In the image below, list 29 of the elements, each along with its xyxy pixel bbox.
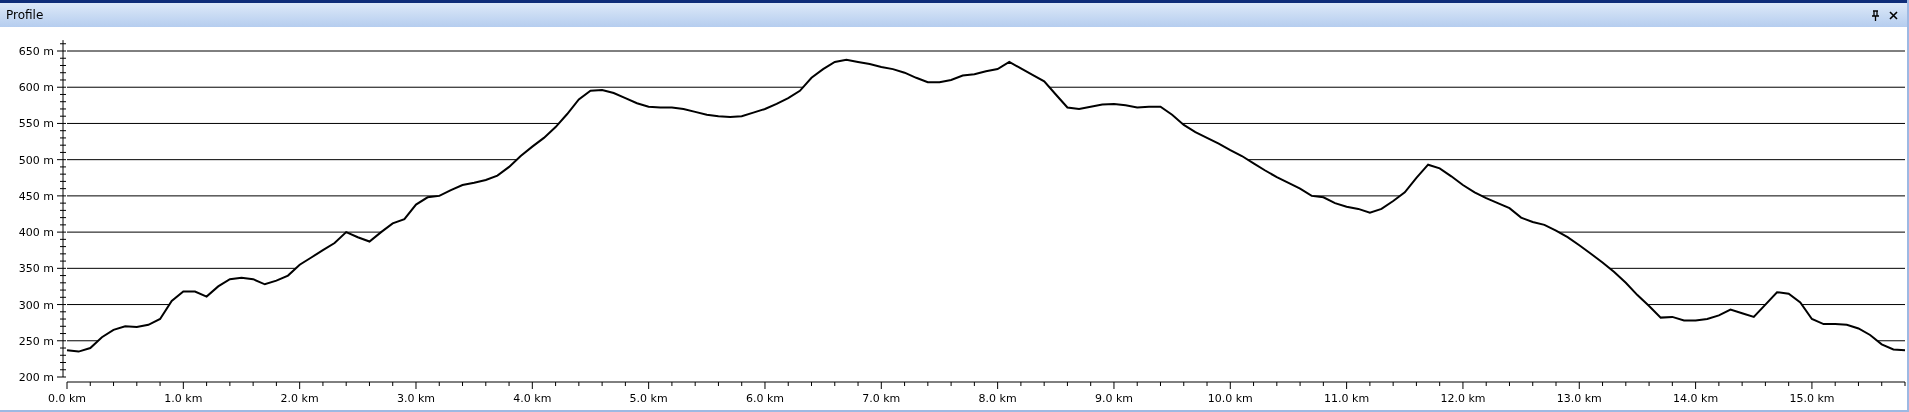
pin-icon[interactable]	[1870, 9, 1880, 21]
axis-label: 0.0 km	[47, 392, 87, 405]
close-icon[interactable]	[1888, 10, 1898, 20]
axis-label: 6.0 km	[745, 392, 784, 405]
axis-label: 200 m	[18, 371, 54, 384]
axis-label: 13.0 km	[1556, 392, 1602, 405]
axis-label: 9.0 km	[1094, 392, 1133, 405]
axis-label: 3.0 km	[396, 392, 436, 405]
axis-label: 350 m	[18, 262, 54, 276]
axis-label: 550 m	[18, 117, 54, 131]
axis-label: 7.0 km	[862, 392, 901, 405]
axis-label: 2.0 km	[280, 392, 319, 405]
axis-label: 500 m	[18, 153, 54, 167]
axis-label: 1.0 km	[164, 392, 203, 405]
axis-label: 11.0 km	[1324, 392, 1370, 405]
axis-label: 15.0 km	[1789, 392, 1835, 405]
axis-label: 450 m	[18, 189, 54, 203]
axis-label: 600 m	[18, 81, 54, 95]
axis-label: 400 m	[18, 226, 54, 240]
axis-label: 10.0 km	[1207, 392, 1253, 405]
axis-label: 14.0 km	[1673, 392, 1719, 405]
axis-label: 300 m	[18, 298, 54, 312]
axis-label: 250 m	[18, 334, 54, 348]
axis-label: 4.0 km	[513, 392, 552, 405]
axis-label: 650 m	[18, 45, 54, 58]
window-title: Profile	[6, 8, 44, 22]
axis-label: 12.0 km	[1440, 392, 1486, 405]
axis-label: 8.0 km	[978, 392, 1017, 405]
axis-label: 5.0 km	[629, 392, 668, 405]
